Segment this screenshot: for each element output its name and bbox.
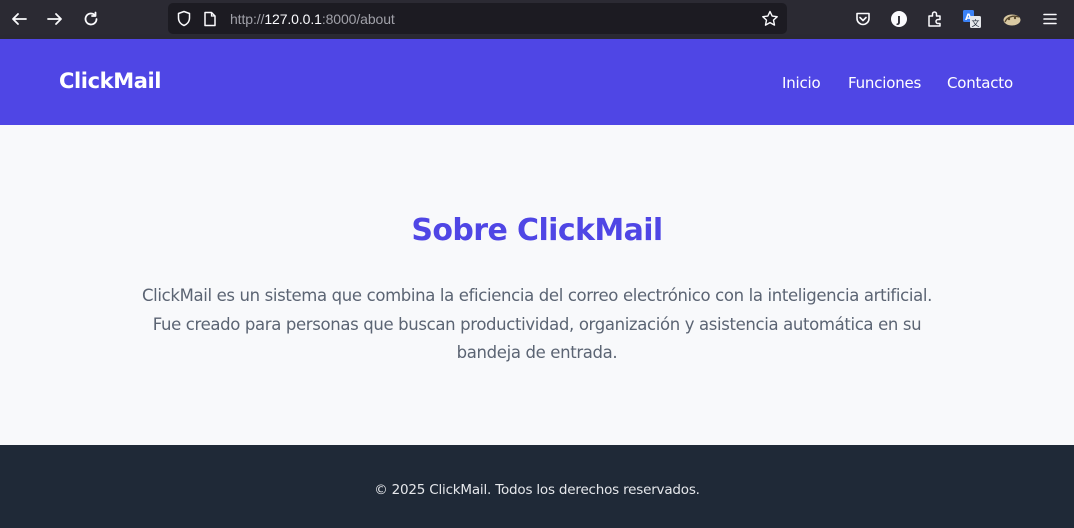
browser-toolbar: http://127.0.0.1:8000/about J A文 bbox=[0, 0, 1074, 39]
reload-icon[interactable] bbox=[78, 6, 104, 32]
menu-icon[interactable] bbox=[1037, 6, 1063, 32]
footer-copyright: © 2025 ClickMail. Todos los derechos res… bbox=[374, 482, 700, 498]
pocket-icon[interactable] bbox=[850, 6, 876, 32]
extension-icon[interactable] bbox=[999, 6, 1025, 32]
page-icon[interactable] bbox=[203, 11, 217, 32]
about-description: ClickMail es un sistema que combina la e… bbox=[142, 286, 932, 362]
account-icon[interactable]: J bbox=[886, 6, 912, 32]
account-initial: J bbox=[896, 15, 901, 26]
about-section: Sobre ClickMail ClickMail es un sistema … bbox=[0, 125, 1074, 445]
url-text[interactable]: http://127.0.0.1:8000/about bbox=[230, 11, 395, 27]
url-path: :8000/about bbox=[321, 11, 395, 27]
url-host: 127.0.0.1 bbox=[264, 11, 322, 27]
site-header: ClickMail Inicio Funciones Contacto bbox=[0, 39, 1074, 125]
translate-icon[interactable]: A文 bbox=[959, 6, 985, 32]
svg-text:文: 文 bbox=[972, 18, 980, 28]
nav-link-inicio[interactable]: Inicio bbox=[782, 74, 821, 92]
back-icon[interactable] bbox=[6, 6, 32, 32]
page-title: Sobre ClickMail bbox=[411, 213, 663, 248]
forward-icon[interactable] bbox=[42, 6, 68, 32]
url-scheme: http:// bbox=[230, 11, 265, 27]
nav-link-contacto[interactable]: Contacto bbox=[947, 74, 1013, 92]
shield-icon[interactable] bbox=[176, 10, 192, 32]
bookmark-star-icon[interactable] bbox=[761, 10, 779, 32]
brand-logo[interactable]: ClickMail bbox=[59, 69, 161, 93]
extensions-icon[interactable] bbox=[922, 6, 948, 32]
site-footer: © 2025 ClickMail. Todos los derechos res… bbox=[0, 445, 1074, 528]
address-bar[interactable]: http://127.0.0.1:8000/about bbox=[168, 3, 787, 34]
nav-link-funciones[interactable]: Funciones bbox=[848, 74, 921, 92]
